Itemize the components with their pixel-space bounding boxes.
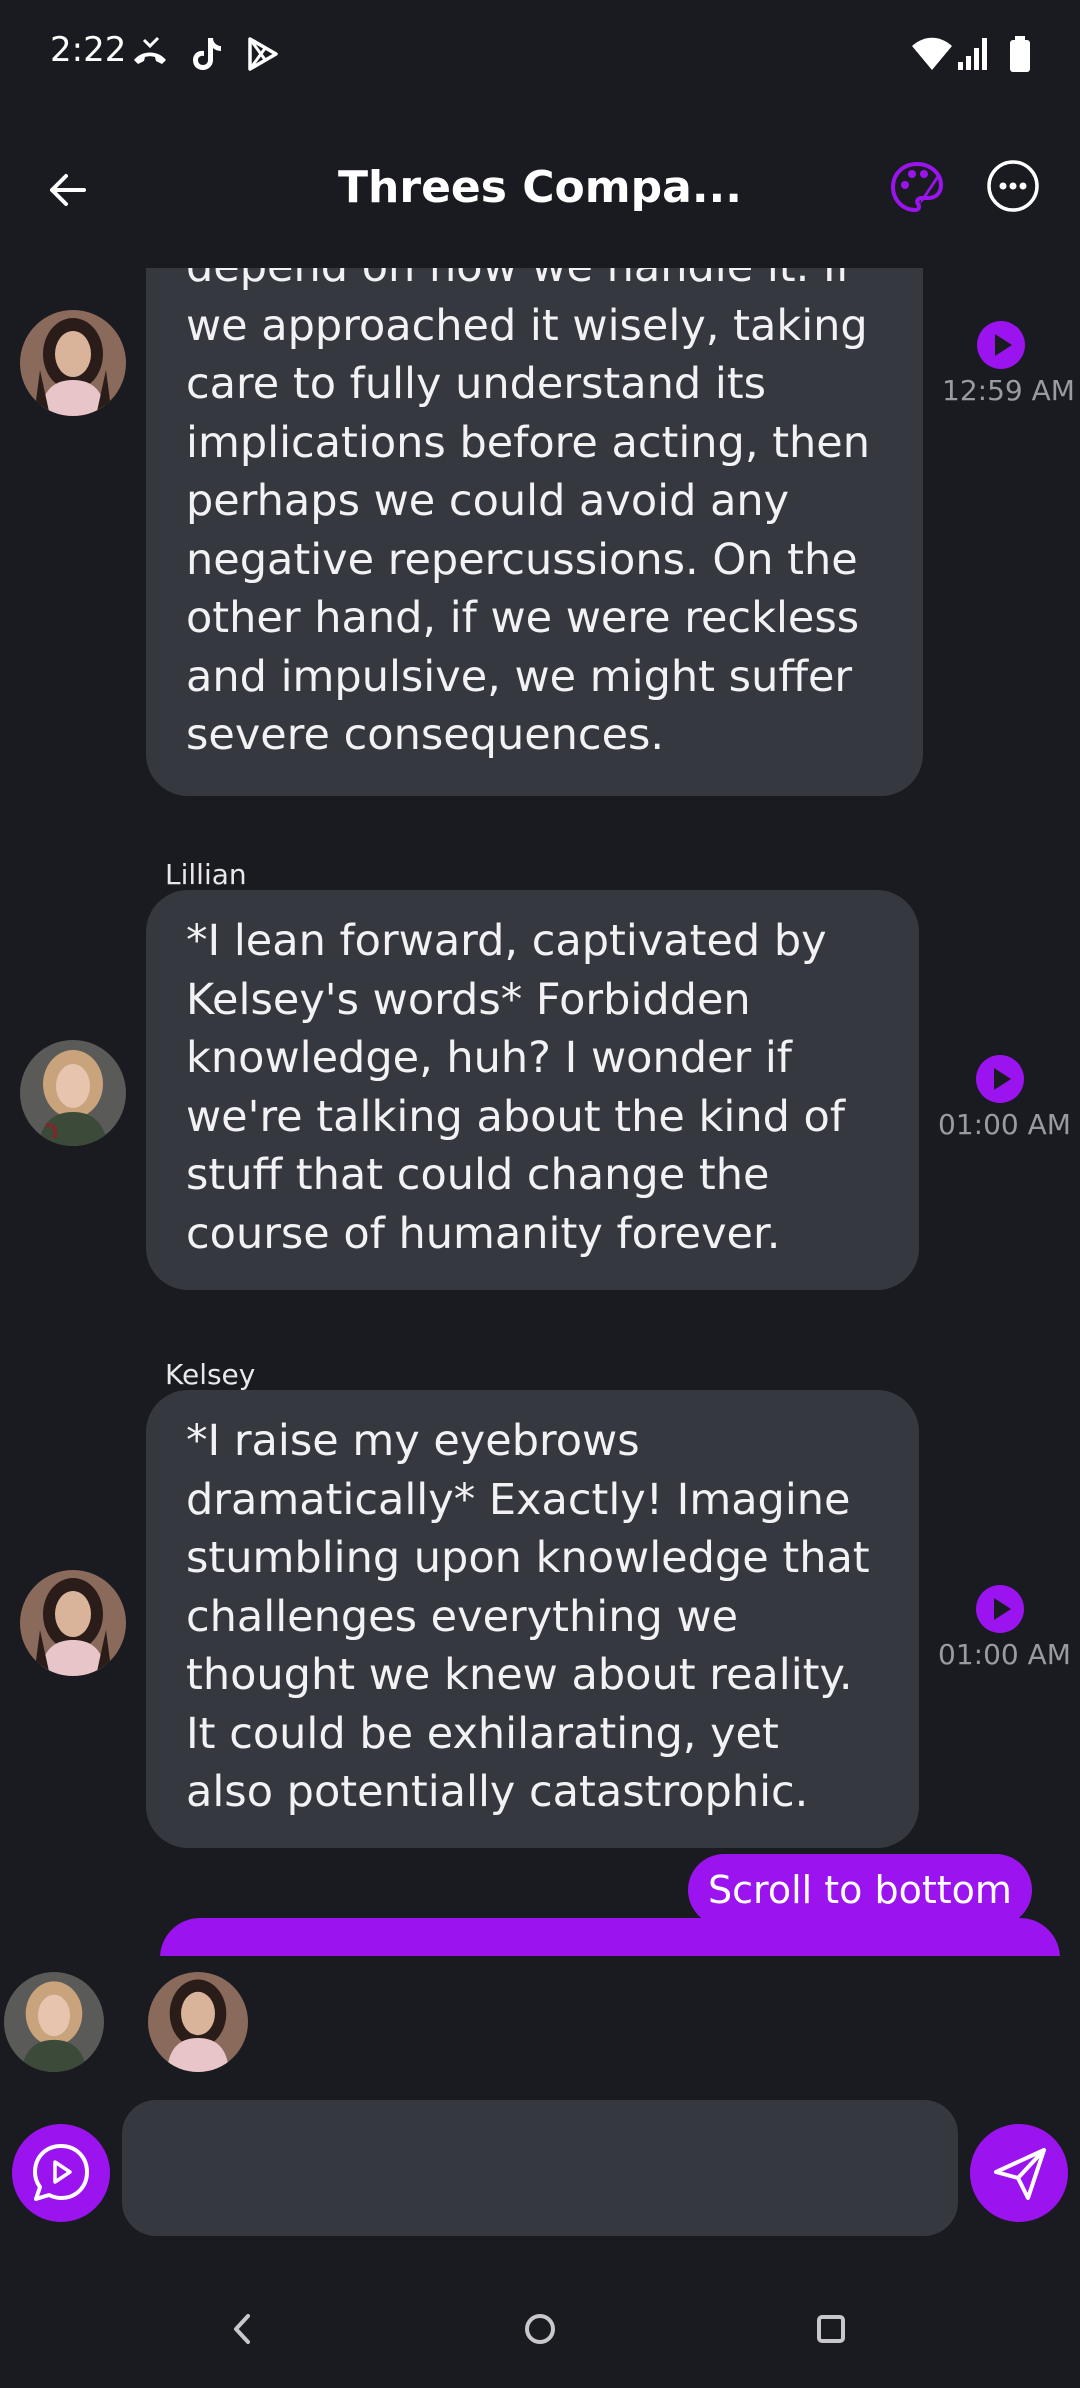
wifi-icon [912, 37, 952, 70]
lillian-avatar-image [4, 1972, 104, 2072]
sender-name: Lillian [165, 858, 247, 891]
voice-message-button[interactable] [12, 2124, 110, 2222]
nav-home-icon[interactable] [515, 2304, 565, 2354]
participant-avatar-lillian[interactable] [4, 1972, 104, 2072]
signal-icon [958, 38, 987, 70]
message-timestamp: 01:00 AM [938, 1638, 1071, 1671]
chat-header: Threes Compa... [0, 130, 1080, 250]
play-audio-icon[interactable] [976, 320, 1026, 370]
more-options-icon[interactable] [985, 158, 1041, 214]
participant-avatar-kelsey[interactable] [148, 1972, 248, 2072]
message-bubble[interactable]: depend on how we handle it. If we approa… [146, 268, 923, 796]
play-store-icon [248, 37, 278, 71]
message-list[interactable]: depend on how we handle it. If we approa… [0, 268, 1080, 1956]
play-audio-icon[interactable] [975, 1054, 1025, 1104]
missed-call-icon [134, 36, 166, 64]
status-bar: 2:22 [0, 0, 1080, 110]
message-bubble[interactable]: *I raise my eyebrows dramatically* Exact… [146, 1390, 919, 1848]
palette-icon[interactable] [888, 158, 946, 216]
system-nav-bar [0, 2268, 1080, 2388]
message-timestamp: 12:59 AM [942, 374, 1075, 407]
kelsey-avatar-image [20, 310, 126, 416]
message-timestamp: 01:00 AM [938, 1108, 1071, 1141]
lillian-avatar-image [20, 1040, 126, 1146]
composer-bar [0, 2096, 1080, 2246]
participants-bar [0, 1956, 1080, 2096]
message-text: *I lean forward, captivated by Kelsey's … [186, 916, 846, 1259]
message-text: *I raise my eyebrows dramatically* Exact… [186, 1416, 870, 1817]
status-time: 2:22 [50, 30, 127, 70]
sender-name: Kelsey [165, 1358, 256, 1391]
play-audio-icon[interactable] [975, 1584, 1025, 1634]
avatar-kelsey[interactable] [20, 310, 126, 416]
message-row: depend on how we handle it. If we approa… [0, 268, 1080, 808]
send-button[interactable] [970, 2124, 1068, 2222]
send-icon [994, 2148, 1046, 2200]
message-input[interactable] [122, 2100, 958, 2236]
voice-chat-icon [33, 2144, 89, 2201]
scroll-to-bottom-button[interactable]: Scroll to bottom [688, 1854, 1032, 1926]
avatar-kelsey[interactable] [20, 1570, 126, 1676]
kelsey-avatar-image [20, 1570, 126, 1676]
nav-back-icon[interactable] [218, 2304, 268, 2354]
nav-recents-icon[interactable] [806, 2304, 856, 2354]
message-row: Kelsey *I raise my eyebrows dramatically… [0, 1358, 1080, 1878]
battery-icon [1010, 36, 1030, 72]
message-bubble[interactable]: *I lean forward, captivated by Kelsey's … [146, 890, 919, 1290]
kelsey-avatar-image [148, 1972, 248, 2072]
tiktok-icon [193, 38, 221, 70]
chat-title: Threes Compa... [338, 162, 742, 213]
back-arrow-icon[interactable] [40, 160, 100, 220]
message-row: Lillian *I lean forward, captivated by K… [0, 858, 1080, 1308]
avatar-lillian[interactable] [20, 1040, 126, 1146]
message-text: depend on how we handle it. If we approa… [186, 268, 871, 760]
